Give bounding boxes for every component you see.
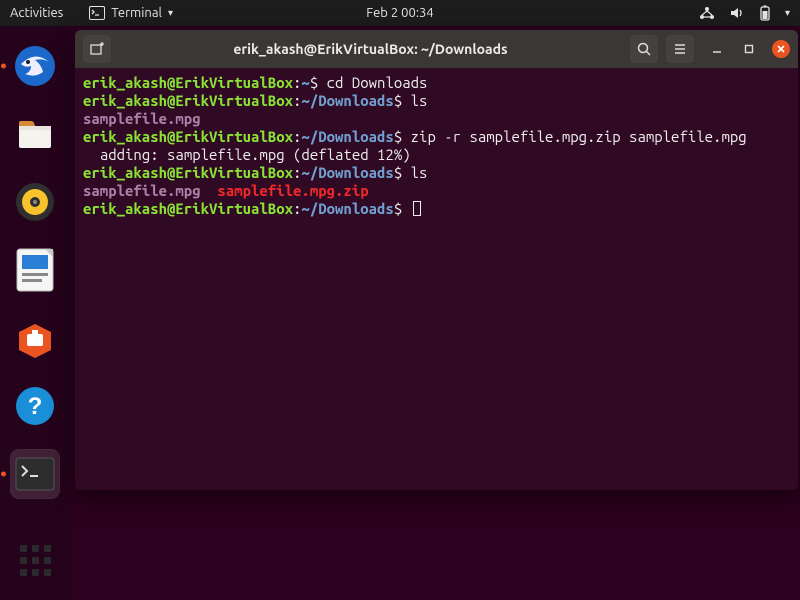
- dock-rhythmbox[interactable]: [11, 178, 59, 226]
- prompt-path: ~/Downloads: [301, 164, 393, 181]
- chevron-down-icon: ▾: [168, 7, 173, 19]
- rhythmbox-icon: [13, 180, 57, 224]
- files-icon: [13, 112, 57, 156]
- prompt-user: erik_akash@ErikVirtualBox: [83, 74, 293, 91]
- app-menu[interactable]: Terminal ▾: [89, 6, 173, 20]
- terminal-icon: [89, 6, 105, 20]
- svg-text:?: ?: [28, 393, 43, 420]
- cmd: ls: [411, 164, 428, 181]
- dock-terminal[interactable]: [11, 450, 59, 498]
- close-button[interactable]: [772, 40, 790, 58]
- search-icon: [636, 41, 652, 57]
- minimize-icon: [711, 43, 723, 55]
- top-panel: Activities Terminal ▾ Feb 2 00:34 ▾: [0, 0, 800, 26]
- network-icon: [699, 6, 715, 20]
- cursor: [413, 201, 421, 216]
- dock-files[interactable]: [11, 110, 59, 158]
- prompt-user: erik_akash@ErikVirtualBox: [83, 164, 293, 181]
- volume-icon: [729, 6, 745, 20]
- dock-libreoffice-writer[interactable]: [11, 246, 59, 294]
- help-icon: ?: [13, 384, 57, 428]
- window-controls: [708, 40, 790, 58]
- dock: ?: [0, 26, 70, 600]
- titlebar[interactable]: erik_akash@ErikVirtualBox: ~/Downloads: [75, 30, 798, 68]
- prompt-path: ~/Downloads: [301, 128, 393, 145]
- window-title: erik_akash@ErikVirtualBox: ~/Downloads: [119, 41, 622, 57]
- ls-file: samplefile.mpg: [83, 182, 201, 199]
- terminal-output[interactable]: erik_akash@ErikVirtualBox:~$ cd Download…: [75, 68, 798, 490]
- cmd: cd Downloads: [327, 74, 428, 91]
- close-icon: [775, 43, 787, 55]
- prompt-path: ~/Downloads: [301, 200, 393, 217]
- menu-button[interactable]: [666, 35, 694, 63]
- maximize-button[interactable]: [740, 40, 758, 58]
- app-menu-label: Terminal: [111, 6, 162, 20]
- terminal-icon: [15, 457, 55, 491]
- hamburger-icon: [672, 41, 688, 57]
- minimize-button[interactable]: [708, 40, 726, 58]
- dock-thunderbird[interactable]: [11, 42, 59, 90]
- search-button[interactable]: [630, 35, 658, 63]
- battery-icon: [759, 5, 771, 21]
- writer-icon: [15, 247, 55, 293]
- thunderbird-icon: [13, 44, 57, 88]
- prompt-path: ~: [301, 74, 309, 91]
- activities-button[interactable]: Activities: [10, 6, 63, 20]
- terminal-window: erik_akash@ErikVirtualBox: ~/Downloads e…: [75, 30, 798, 490]
- software-icon: [13, 316, 57, 360]
- new-tab-icon: [89, 41, 105, 57]
- new-tab-button[interactable]: [83, 35, 111, 63]
- system-tray[interactable]: ▾: [699, 5, 790, 21]
- dock-help[interactable]: ?: [11, 382, 59, 430]
- ls-file: samplefile.mpg.zip: [217, 182, 368, 199]
- prompt-path: ~/Downloads: [301, 92, 393, 109]
- cmd: zip -r samplefile.mpg.zip samplefile.mpg: [411, 128, 747, 145]
- chevron-down-icon: ▾: [785, 7, 790, 19]
- prompt-user: erik_akash@ErikVirtualBox: [83, 200, 293, 217]
- prompt-user: erik_akash@ErikVirtualBox: [83, 128, 293, 145]
- dock-ubuntu-software[interactable]: [11, 314, 59, 362]
- prompt-user: erik_akash@ErikVirtualBox: [83, 92, 293, 109]
- output-line: adding: samplefile.mpg (deflated 12%): [83, 146, 411, 163]
- cmd: ls: [411, 92, 428, 109]
- show-applications-button[interactable]: [15, 540, 55, 580]
- ls-file: samplefile.mpg: [83, 110, 201, 127]
- clock[interactable]: Feb 2 00:34: [366, 6, 433, 20]
- maximize-icon: [743, 43, 755, 55]
